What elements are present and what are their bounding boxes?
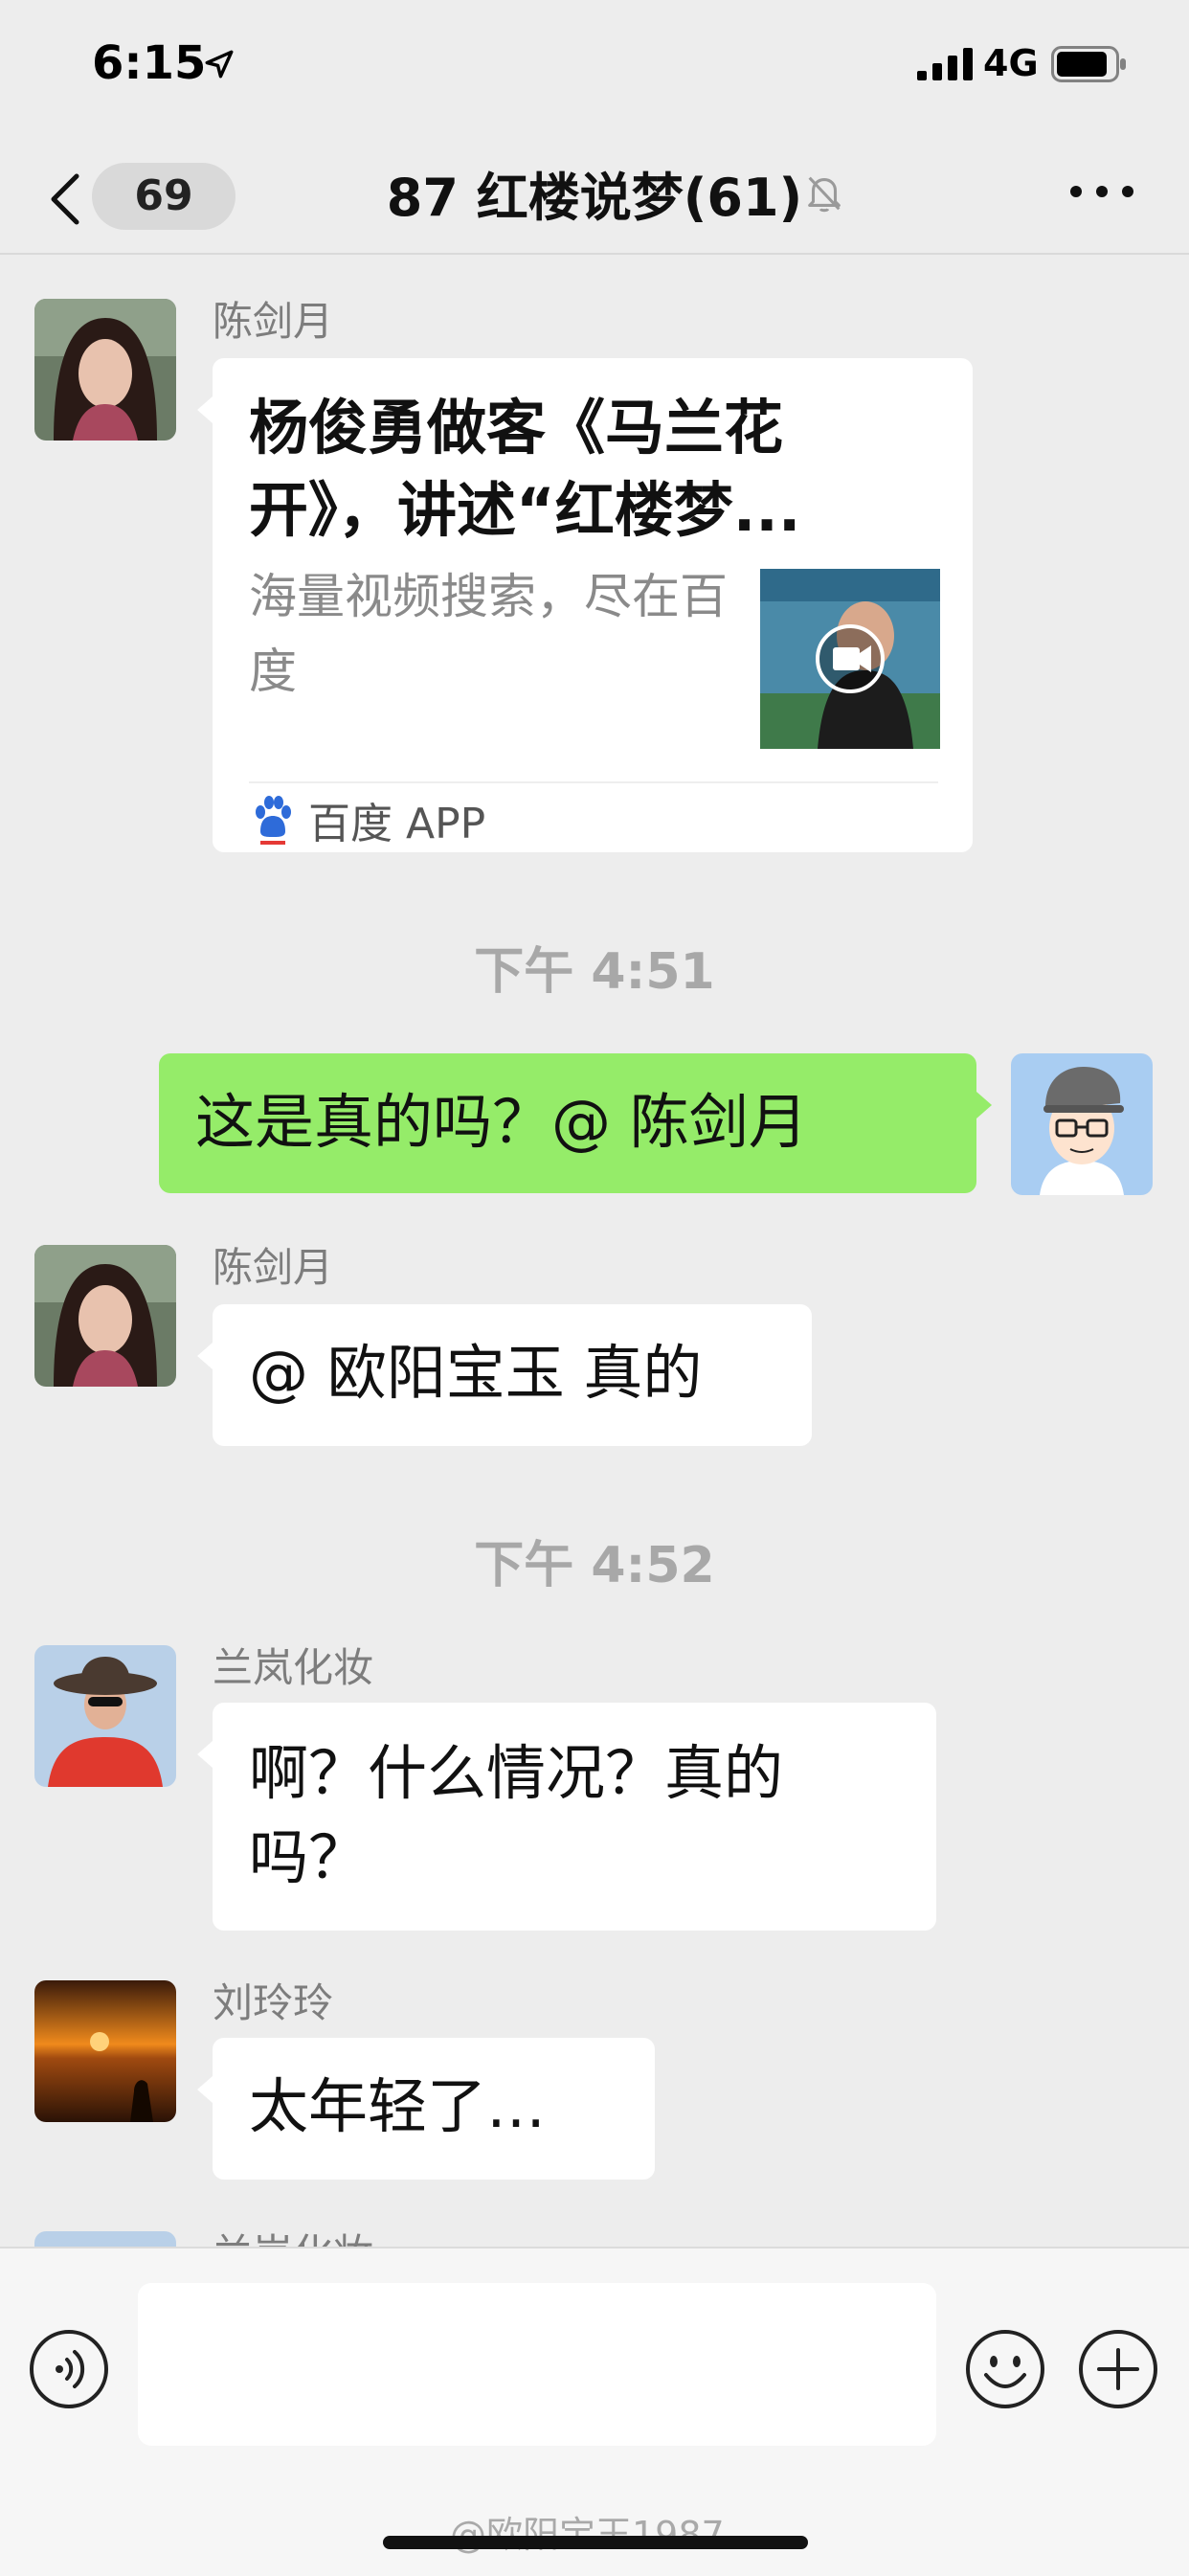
sender-name: 兰岚化妆 (213, 1644, 374, 1691)
message-input[interactable] (138, 2283, 936, 2446)
baidu-paw-icon (256, 796, 291, 845)
card-divider (249, 781, 938, 783)
status-bar: 6:15 4G (0, 0, 1189, 134)
location-arrow-icon (205, 50, 234, 79)
battery-icon (1051, 46, 1126, 82)
input-bar: @欧阳宝玉1987 (0, 2247, 1189, 2576)
message-bubble[interactable]: 太年轻了… (197, 2038, 655, 2180)
timestamp: 下午 4:51 (474, 943, 715, 1001)
emoji-icon[interactable] (965, 2329, 1045, 2409)
message-bubble[interactable]: 啊？什么情况？真的吗？ (197, 1703, 936, 1931)
avatar[interactable] (34, 1245, 176, 1387)
signal-icon (917, 48, 973, 80)
sender-name: 刘玲玲 (213, 1979, 334, 2026)
message-text: 啊？什么情况？真的吗？ (249, 1738, 784, 1892)
sender-name: 兰岚化妆 (213, 2222, 373, 2247)
network-type: 4G (983, 42, 1039, 84)
chat-header: 69 87 红楼说梦(61) (0, 134, 1189, 255)
mute-bell-icon (808, 176, 841, 213)
plus-icon[interactable] (1078, 2329, 1158, 2409)
avatar[interactable] (34, 2231, 176, 2247)
self-message-bubble[interactable]: 这是真的吗？@ 陈剑月 (159, 1053, 992, 1193)
status-time: 6:15 (92, 36, 207, 90)
more-icon[interactable] (1068, 180, 1135, 203)
card-title: 杨俊勇做客《马兰花开》，讲述“红楼梦... (249, 393, 801, 545)
message-text: 这是真的吗？@ 陈剑月 (195, 1087, 808, 1157)
video-play-icon (833, 645, 871, 672)
avatar[interactable] (34, 1980, 176, 2122)
home-indicator[interactable] (383, 2536, 808, 2549)
self-avatar[interactable] (1011, 1053, 1153, 1195)
link-card[interactable]: 杨俊勇做客《马兰花开》，讲述“红楼梦... 海量视频搜索，尽在百度 百度 APP (197, 358, 973, 852)
voice-icon[interactable] (29, 2329, 109, 2409)
card-source: 百度 APP (308, 800, 486, 848)
card-description: 海量视频搜索，尽在百度 (249, 569, 728, 699)
chat-title: 87 红楼说梦(61) (386, 168, 803, 228)
video-thumbnail (760, 569, 940, 749)
message-bubble[interactable]: @ 欧阳宝玉 真的 (197, 1304, 812, 1446)
message-text: 太年轻了… (249, 2071, 547, 2141)
avatar[interactable] (34, 299, 176, 441)
avatar[interactable] (34, 1645, 176, 1787)
timestamp: 下午 4:52 (474, 1537, 715, 1594)
watermark: @欧阳宝玉1987 (450, 2514, 725, 2556)
message-text: @ 欧阳宝玉 真的 (249, 1338, 703, 1408)
sender-name: 陈剑月 (213, 298, 334, 345)
sender-name: 陈剑月 (213, 1244, 334, 1291)
